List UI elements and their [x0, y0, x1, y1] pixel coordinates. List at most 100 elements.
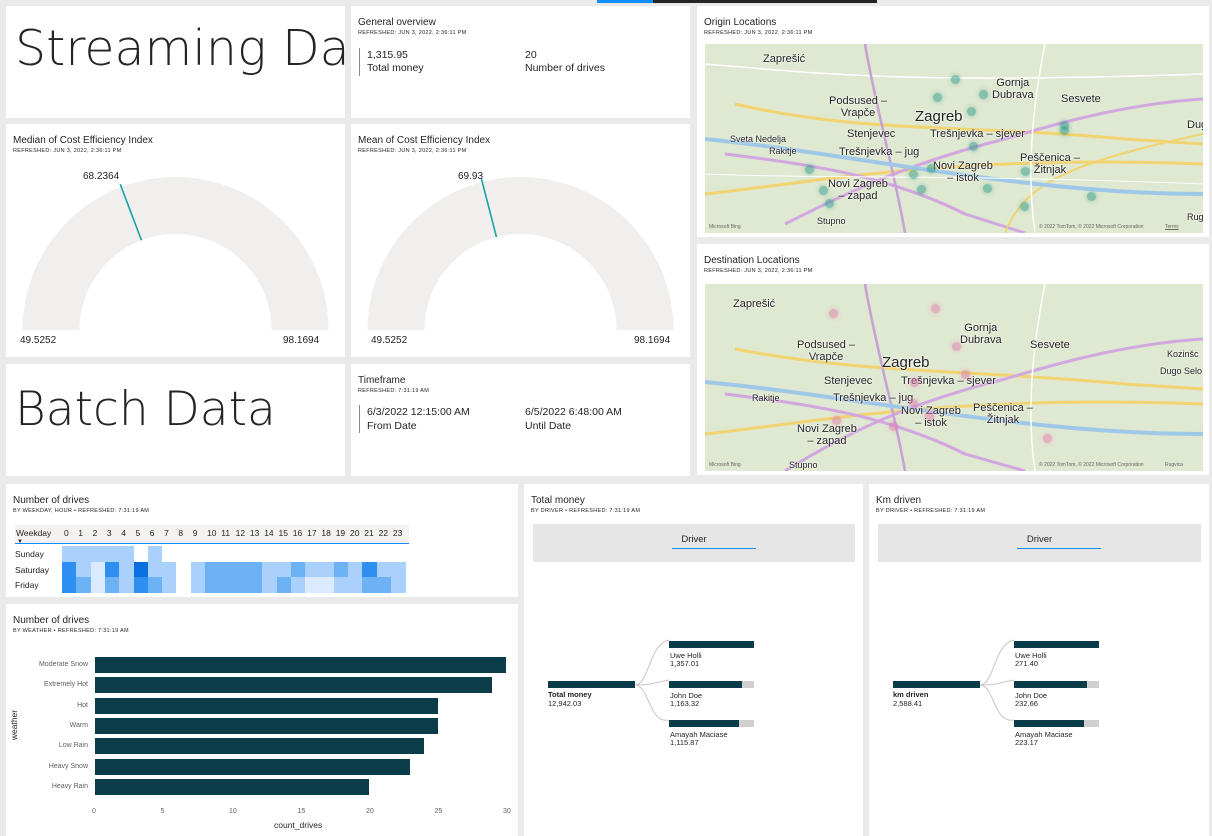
weather-bar[interactable]	[95, 677, 493, 694]
heatmap-cell[interactable]	[190, 546, 206, 562]
heatmap-cell[interactable]	[348, 577, 363, 593]
heatmap-cell[interactable]	[262, 561, 277, 578]
map-location-dot[interactable]	[909, 399, 918, 408]
heatmap-cell[interactable]	[319, 561, 335, 578]
heatmap-cell[interactable]	[76, 561, 92, 578]
map-location-dot[interactable]	[1060, 126, 1069, 135]
weather-chart-card[interactable]: Number of drives BY WEATHER • REFRESHED:…	[6, 604, 518, 836]
map-location-dot[interactable]	[1020, 202, 1029, 211]
heatmap-cell[interactable]	[190, 577, 206, 593]
heatmap-cell[interactable]	[176, 577, 192, 593]
heatmap-hour-header[interactable]: 6	[150, 528, 155, 538]
map-location-dot[interactable]	[927, 164, 936, 173]
map-location-dot[interactable]	[909, 170, 918, 179]
heatmap-cell[interactable]	[362, 561, 378, 578]
heatmap-cell[interactable]	[119, 561, 134, 578]
heatmap-cell[interactable]	[233, 577, 249, 593]
heatmap-cell[interactable]	[219, 546, 235, 562]
heatmap-cell[interactable]	[390, 546, 406, 562]
heatmap-row-header[interactable]: Weekday	[16, 528, 51, 538]
heatmap-hour-header[interactable]: 3	[107, 528, 112, 538]
map-location-dot[interactable]	[805, 165, 814, 174]
weather-bar[interactable]	[95, 758, 411, 775]
heatmap-cell[interactable]	[205, 561, 220, 578]
heatmap-cell[interactable]	[176, 546, 192, 562]
heatmap-cell[interactable]	[104, 546, 120, 562]
km-driven-tree-card[interactable]: Km driven BY DRIVER • REFRESHED: 7:31:19…	[869, 484, 1209, 836]
heatmap-hour-header[interactable]: 5	[136, 528, 141, 538]
heatmap-hour-header[interactable]: 14	[264, 528, 273, 538]
origin-map-card[interactable]: Origin Locations REFRESHED: JUN 3, 2022,…	[697, 6, 1209, 237]
heatmap-hour-header[interactable]: 12	[236, 528, 245, 538]
heatmap-cell[interactable]	[333, 561, 349, 578]
heatmap-cell[interactable]	[190, 561, 206, 578]
heatmap-cell[interactable]	[362, 546, 378, 562]
heatmap-hour-header[interactable]: 19	[336, 528, 345, 538]
map-location-dot[interactable]	[825, 199, 834, 208]
heatmap-cell[interactable]	[247, 577, 263, 593]
heatmap-cell[interactable]	[176, 561, 192, 578]
heatmap-hour-header[interactable]: 4	[121, 528, 126, 538]
heatmap-hour-header[interactable]: 11	[221, 528, 230, 538]
heatmap-cell[interactable]	[133, 577, 149, 593]
tree-node-bar[interactable]	[1014, 681, 1099, 688]
heatmap-cell[interactable]	[205, 546, 220, 562]
heatmap-cell[interactable]	[319, 577, 335, 593]
heatmap-hour-header[interactable]: 2	[93, 528, 98, 538]
heatmap-cell[interactable]	[90, 561, 106, 578]
weather-bar[interactable]	[95, 738, 424, 755]
destination-map-card[interactable]: Destination Locations REFRESHED: JUN 3, …	[697, 244, 1209, 475]
heatmap-cell[interactable]	[376, 577, 392, 593]
heatmap-cell[interactable]	[147, 561, 163, 578]
heatmap-cell[interactable]	[219, 577, 235, 593]
heatmap-cell[interactable]	[205, 577, 220, 593]
heatmap-hour-header[interactable]: 21	[364, 528, 373, 538]
mean-gauge-card[interactable]: Mean of Cost Efficiency Index REFRESHED:…	[351, 124, 690, 357]
map-location-dot[interactable]	[933, 93, 942, 102]
map-location-dot[interactable]	[1021, 167, 1030, 176]
weather-bar[interactable]	[95, 717, 438, 734]
heatmap-cell[interactable]	[147, 546, 163, 562]
heatmap-cell[interactable]	[305, 546, 320, 562]
heatmap-cell[interactable]	[333, 546, 349, 562]
heatmap-cell[interactable]	[376, 561, 392, 578]
heatmap-cell[interactable]	[62, 546, 77, 562]
heatmap-hour-header[interactable]: 10	[207, 528, 216, 538]
heatmap-cell[interactable]	[233, 561, 249, 578]
tree-root-bar[interactable]	[893, 681, 980, 688]
map-location-dot[interactable]	[829, 309, 838, 318]
heatmap-cell[interactable]	[133, 561, 149, 578]
total-money-tree-card[interactable]: Total money BY DRIVER • REFRESHED: 7:31:…	[524, 484, 863, 836]
heatmap-cell[interactable]	[348, 561, 363, 578]
heatmap-cell[interactable]	[333, 577, 349, 593]
heatmap-hour-header[interactable]: 16	[293, 528, 302, 538]
heatmap-cell[interactable]	[219, 561, 235, 578]
heatmap-cell[interactable]	[76, 577, 92, 593]
heatmap-hour-header[interactable]: 1	[78, 528, 83, 538]
tree-node-bar[interactable]	[669, 681, 754, 688]
heatmap-hour-header[interactable]: 23	[393, 528, 402, 538]
map-location-dot[interactable]	[983, 184, 992, 193]
heatmap-cell[interactable]	[376, 546, 392, 562]
heatmap-cell[interactable]	[247, 561, 263, 578]
map-location-dot[interactable]	[967, 107, 976, 116]
heatmap-cell[interactable]	[76, 546, 92, 562]
map-location-dot[interactable]	[979, 90, 988, 99]
heatmap-hour-header[interactable]: 22	[379, 528, 388, 538]
origin-map[interactable]: Zaprešić Podsused – Vrapče Gornja Dubrav…	[705, 44, 1203, 233]
map-location-dot[interactable]	[925, 411, 934, 420]
heatmap-cell[interactable]	[305, 561, 320, 578]
median-gauge-card[interactable]: Median of Cost Efficiency Index REFRESHE…	[6, 124, 345, 357]
tree-node-bar[interactable]	[1014, 641, 1099, 648]
heatmap-cell[interactable]	[133, 546, 149, 562]
heatmap-cell[interactable]	[390, 577, 406, 593]
heatmap-cell[interactable]	[348, 546, 363, 562]
heatmap-hour-header[interactable]: 15	[279, 528, 288, 538]
heatmap-cell[interactable]	[276, 546, 292, 562]
map-location-dot[interactable]	[961, 370, 970, 379]
heatmap-cell[interactable]	[62, 577, 77, 593]
weather-bar[interactable]	[95, 697, 438, 714]
map-location-dot[interactable]	[931, 304, 940, 313]
general-overview-card[interactable]: General overview REFRESHED: JUN 3, 2022,…	[351, 6, 690, 118]
heatmap-cell[interactable]	[262, 577, 277, 593]
